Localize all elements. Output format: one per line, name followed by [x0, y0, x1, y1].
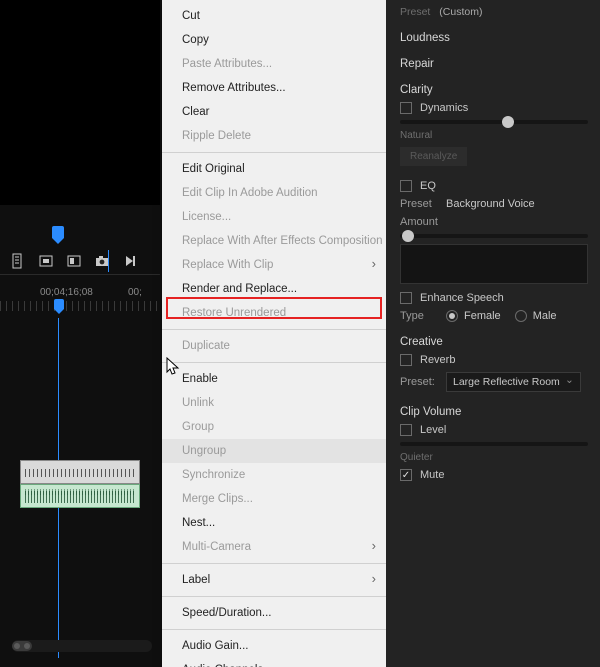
menu-separator: [162, 629, 386, 630]
timeline-scrollbar[interactable]: [12, 640, 152, 652]
timeline[interactable]: 00;04;16;08 00;: [0, 287, 160, 319]
menu-item-paste-attributes: Paste Attributes...: [162, 52, 386, 76]
creative-preset-select[interactable]: Large Reflective Room: [446, 372, 581, 392]
timecode: 00;04;16;08: [40, 287, 93, 298]
mute-checkbox[interactable]: [400, 469, 412, 481]
female-radio[interactable]: [446, 310, 458, 322]
menu-separator: [162, 152, 386, 153]
enhance-label: Enhance Speech: [420, 292, 504, 304]
preset-row: Preset (Custom): [400, 6, 588, 18]
section-creative[interactable]: Creative: [400, 336, 588, 348]
context-menu[interactable]: CutCopyPaste Attributes...Remove Attribu…: [162, 0, 386, 667]
menu-item-render-and-replace[interactable]: Render and Replace...: [162, 277, 386, 301]
menu-item-speed-duration[interactable]: Speed/Duration...: [162, 601, 386, 625]
preset-label: Preset: [400, 6, 430, 18]
enhance-checkbox[interactable]: [400, 292, 412, 304]
dynamics-slider[interactable]: [400, 120, 588, 124]
eq-checkbox[interactable]: [400, 180, 412, 192]
level-slider[interactable]: [400, 442, 588, 446]
menu-item-edit-original[interactable]: Edit Original: [162, 157, 386, 181]
menu-item-remove-attributes[interactable]: Remove Attributes...: [162, 76, 386, 100]
doc-icon[interactable]: [10, 253, 26, 269]
menu-item-duplicate: Duplicate: [162, 334, 386, 358]
menu-item-ripple-delete: Ripple Delete: [162, 124, 386, 148]
menu-item-replace-with-after-effects-composition: Replace With After Effects Composition: [162, 229, 386, 253]
dynamics-checkbox[interactable]: [400, 102, 412, 114]
menu-item-edit-clip-in-adobe-audition: Edit Clip In Adobe Audition: [162, 181, 386, 205]
camera-icon[interactable]: [94, 253, 110, 269]
section-clip-volume[interactable]: Clip Volume: [400, 406, 588, 418]
playhead-icon[interactable]: [54, 299, 64, 309]
next-icon[interactable]: [122, 253, 138, 269]
essential-sound-panel: Preset (Custom) Loudness Repair Clarity …: [386, 0, 600, 667]
menu-item-audio-gain[interactable]: Audio Gain...: [162, 634, 386, 658]
creative-preset-value: Large Reflective Room: [453, 376, 560, 388]
menu-item-cut[interactable]: Cut: [162, 4, 386, 28]
playhead-marker-icon[interactable]: [52, 226, 64, 238]
program-monitor: [0, 0, 160, 205]
frame-icon[interactable]: [38, 253, 54, 269]
reverb-row[interactable]: Reverb: [400, 354, 588, 366]
level-row[interactable]: Level: [400, 424, 588, 436]
reverb-checkbox[interactable]: [400, 354, 412, 366]
menu-item-copy[interactable]: Copy: [162, 28, 386, 52]
scrollbar-thumb[interactable]: [12, 641, 32, 651]
menu-item-clear[interactable]: Clear: [162, 100, 386, 124]
menu-item-nest[interactable]: Nest...: [162, 511, 386, 535]
menu-item-replace-with-clip: Replace With Clip: [162, 253, 386, 277]
eq-label: EQ: [420, 180, 436, 192]
menu-item-label[interactable]: Label: [162, 568, 386, 592]
dynamics-label: Dynamics: [420, 102, 468, 114]
menu-separator: [162, 563, 386, 564]
eq-preset-value[interactable]: Background Voice: [446, 198, 535, 210]
divider: [0, 274, 160, 275]
menu-item-group: Group: [162, 415, 386, 439]
menu-item-license: License...: [162, 205, 386, 229]
menu-item-audio-channels[interactable]: Audio Channels...: [162, 658, 386, 667]
quieter-label: Quieter: [400, 452, 433, 463]
audio-clip[interactable]: [20, 484, 140, 508]
eq-graph[interactable]: [400, 244, 588, 284]
male-label: Male: [533, 310, 557, 322]
dynamics-row[interactable]: Dynamics: [400, 102, 588, 114]
level-label: Level: [420, 424, 446, 436]
section-repair[interactable]: Repair: [400, 58, 588, 70]
ruler-ticks: [0, 301, 160, 311]
section-clarity[interactable]: Clarity: [400, 84, 588, 96]
menu-separator: [162, 596, 386, 597]
frame2-icon[interactable]: [66, 253, 82, 269]
menu-item-unlink: Unlink: [162, 391, 386, 415]
menu-separator: [162, 329, 386, 330]
female-label: Female: [464, 310, 501, 322]
menu-item-enable[interactable]: Enable: [162, 367, 386, 391]
menu-item-restore-unrendered: Restore Unrendered: [162, 301, 386, 325]
type-label: Type: [400, 310, 446, 322]
menu-item-synchronize: Synchronize: [162, 463, 386, 487]
menu-item-ungroup: Ungroup: [162, 439, 386, 463]
male-radio[interactable]: [515, 310, 527, 322]
timeline-toolbar: [10, 253, 138, 269]
menu-item-multi-camera: Multi-Camera: [162, 535, 386, 559]
time-ruler[interactable]: 00;04;16;08 00;: [0, 287, 160, 319]
eq-row[interactable]: EQ: [400, 180, 588, 192]
timecode: 00;: [128, 287, 142, 298]
reanalyze-button[interactable]: Reanalyze: [400, 147, 467, 166]
creative-preset-label: Preset:: [400, 376, 446, 388]
video-clip[interactable]: [20, 460, 140, 484]
enhance-row[interactable]: Enhance Speech: [400, 292, 588, 304]
menu-separator: [162, 362, 386, 363]
level-checkbox[interactable]: [400, 424, 412, 436]
amount-label: Amount: [400, 216, 446, 228]
preset-value[interactable]: (Custom): [439, 6, 482, 18]
natural-label: Natural: [400, 130, 432, 141]
reverb-label: Reverb: [420, 354, 455, 366]
section-loudness[interactable]: Loudness: [400, 32, 588, 44]
mute-row[interactable]: Mute: [400, 469, 588, 481]
menu-item-merge-clips: Merge Clips...: [162, 487, 386, 511]
amount-slider[interactable]: [400, 234, 588, 238]
mute-label: Mute: [420, 469, 444, 481]
eq-preset-label: Preset: [400, 198, 446, 210]
